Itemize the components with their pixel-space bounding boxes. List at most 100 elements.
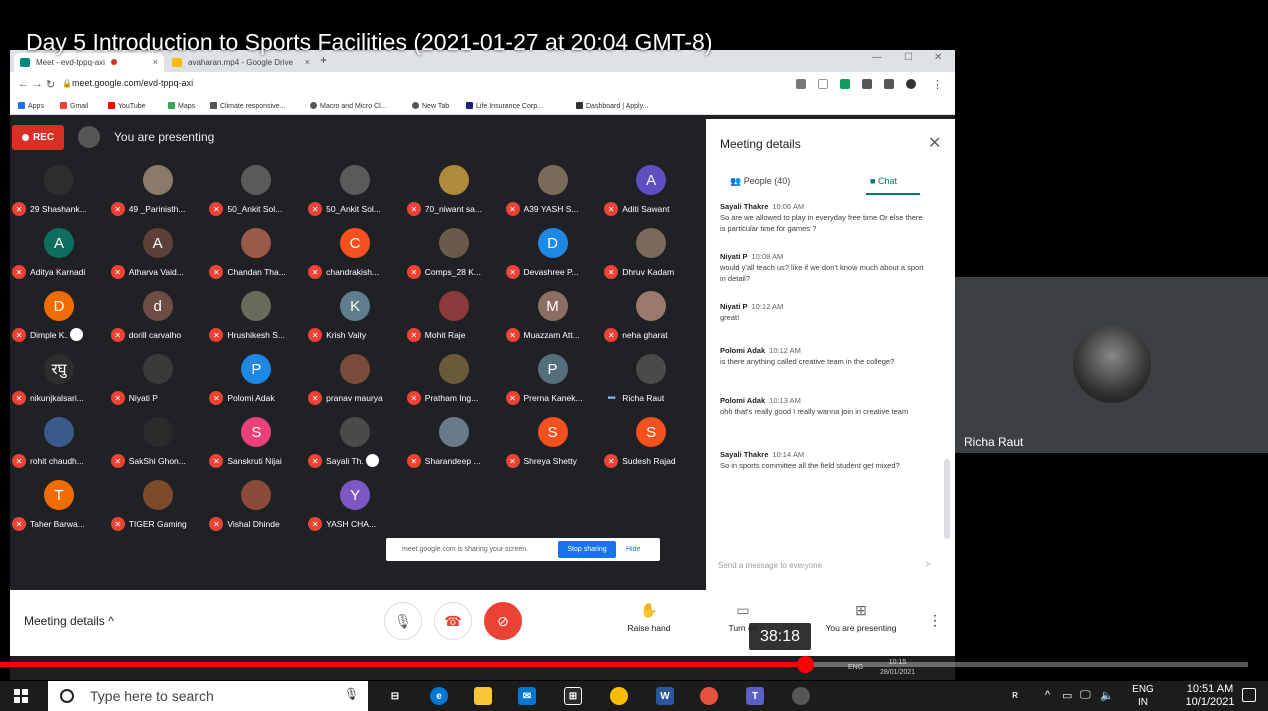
store-icon[interactable]: ⊞ — [564, 687, 582, 705]
tab-chat[interactable]: ■ Chat — [870, 176, 897, 186]
participant-tile[interactable]: ✕ Pratham Ing... — [405, 350, 503, 410]
participant-tile[interactable]: K ✕ Krish Vaity — [306, 287, 404, 347]
participant-tile[interactable]: ✕ 29 Shashank... — [10, 161, 108, 221]
bookmark-gmail[interactable]: Gmail — [60, 102, 88, 110]
star-icon[interactable] — [818, 79, 828, 89]
menu-dots-icon[interactable]: ⋮ — [932, 78, 943, 91]
volume-icon[interactable]: 🔈 — [1100, 689, 1114, 702]
participant-tile[interactable]: ✕ Comps_28 K... — [405, 224, 503, 284]
windows-start-button[interactable] — [14, 689, 28, 703]
chevron-up-icon[interactable]: ^ — [1045, 689, 1050, 701]
participant-tile[interactable]: A ✕ Aditya Karnadi — [10, 224, 108, 284]
mic-icon[interactable]: 🎙 — [344, 687, 359, 701]
forward-icon[interactable]: → — [32, 78, 43, 90]
participant-tile[interactable]: ✕ pranav maurya — [306, 350, 404, 410]
close-tab-icon[interactable]: × — [153, 57, 158, 67]
profile-avatar[interactable] — [906, 79, 916, 89]
participant-tile[interactable]: ✕ Dhruv Kadam — [602, 224, 700, 284]
file-explorer-icon[interactable] — [474, 687, 492, 705]
more-options-icon[interactable]: ⋮ — [928, 612, 942, 629]
stop-sharing-button[interactable]: Stop sharing — [558, 541, 616, 558]
participant-tile[interactable]: ✕ SakShi Ghon... — [109, 413, 207, 473]
teams-icon[interactable]: T — [746, 687, 764, 705]
seek-bar[interactable] — [0, 656, 1248, 673]
presenting-button[interactable]: ⊞ You are presenting — [816, 602, 906, 633]
participant-tile[interactable]: ✕ Niyati P — [109, 350, 207, 410]
bookmark-youtube[interactable]: YouTube — [108, 102, 146, 110]
seek-bar-handle[interactable] — [796, 656, 814, 673]
hide-sharing-bar-link[interactable]: Hide — [626, 546, 640, 553]
bookmark-dashboard[interactable]: Dashboard | Apply... — [576, 102, 648, 110]
participant-tile[interactable]: ✕ 50_Ankit Sol... — [207, 161, 305, 221]
chat-message-input[interactable]: Send a message to everyone — [718, 561, 822, 570]
participant-tile[interactable]: A ✕ Aditi Sawant — [602, 161, 700, 221]
bookmark-lic[interactable]: Life Insurance Corp... — [466, 102, 543, 110]
close-panel-icon[interactable]: ✕ — [928, 133, 941, 153]
participant-tile[interactable]: S ✕ Sudesh Rajad — [602, 413, 700, 473]
participant-tile[interactable]: ✕ 49 _Parinisth... — [109, 161, 207, 221]
participant-tile[interactable]: T ✕ Taher Barwa... — [10, 476, 108, 536]
participant-tile[interactable]: S ✕ Shreya Shetty — [504, 413, 602, 473]
participant-tile[interactable]: d ✕ dorill carvalho — [109, 287, 207, 347]
bookmark-climate[interactable]: Climate responsive... — [210, 102, 285, 110]
bookmark-apps[interactable]: Apps — [18, 102, 44, 110]
participant-tile[interactable]: ✕ rohit chaudh... — [10, 413, 108, 473]
participant-tile[interactable]: ✕Sayali Th... — [306, 413, 404, 473]
word-icon[interactable]: W — [656, 687, 674, 705]
participant-tile[interactable]: ✕ neha gharat — [602, 287, 700, 347]
participant-tile[interactable]: Y ✕ YASH CHA... — [306, 476, 404, 536]
participant-tile[interactable]: C ✕ chandrakish... — [306, 224, 404, 284]
send-icon[interactable]: ➤ — [924, 559, 932, 570]
participant-tile[interactable]: D ✕ Devashree P... — [504, 224, 602, 284]
tab-people[interactable]: 👥 People (40) — [730, 176, 790, 187]
participant-tile[interactable]: ✕ A39 YASH S... — [504, 161, 602, 221]
taskbar-clock[interactable]: 10:51 AM 10/1/2021 — [1185, 683, 1235, 709]
puzzle-icon[interactable] — [862, 79, 872, 89]
minimize-icon[interactable]: — — [872, 52, 882, 63]
extension-icon[interactable] — [840, 79, 850, 89]
participant-tile[interactable]: ✕ Hrushikesh S... — [207, 287, 305, 347]
network-icon[interactable]: 🖵 — [1080, 689, 1091, 702]
bookmark-maps[interactable]: Maps — [168, 102, 195, 110]
notification-center-icon[interactable] — [1242, 688, 1256, 702]
raise-hand-button[interactable]: ✋ Raise hand — [614, 602, 684, 633]
chrome-active-icon[interactable] — [700, 687, 718, 705]
participant-tile[interactable]: D ✕ Dimple K... — [10, 287, 108, 347]
participant-tile[interactable]: ✕ 50_Ankit Sol... — [306, 161, 404, 221]
participant-tile[interactable]: M ✕ Muazzam Att... — [504, 287, 602, 347]
participant-tile[interactable]: A ✕ Atharva Vaid... — [109, 224, 207, 284]
participant-tile[interactable]: रघु ✕ nikunjkalsari... — [10, 350, 108, 410]
task-view-icon[interactable]: ⊟ — [386, 687, 404, 705]
participant-tile[interactable]: ✕ Chandan Tha... — [207, 224, 305, 284]
bookmark-newtab[interactable]: New Tab — [412, 102, 449, 110]
edge-icon[interactable]: e — [430, 687, 448, 705]
chrome-icon[interactable] — [610, 687, 628, 705]
camera-toggle-button[interactable]: ⊘ — [484, 602, 522, 640]
app-icon[interactable] — [792, 687, 810, 705]
leave-call-button[interactable]: ☎ — [434, 602, 472, 640]
reload-icon[interactable]: ↻ — [46, 78, 55, 91]
language-indicator[interactable]: ENG IN — [1129, 683, 1157, 709]
participant-tile[interactable]: ✕ Vishal Dhinde — [207, 476, 305, 536]
presenter-tile[interactable]: Richa Raut — [955, 277, 1268, 453]
people-tray-icon[interactable]: ʀ — [1012, 689, 1018, 701]
close-window-icon[interactable]: ✕ — [934, 52, 942, 63]
meeting-details-button[interactable]: Meeting details ^ — [24, 614, 114, 628]
battery-icon[interactable]: ▭ — [1062, 689, 1072, 702]
playlist-icon[interactable] — [884, 79, 894, 89]
participant-tile[interactable]: P ✕ Polomi Adak — [207, 350, 305, 410]
mic-button[interactable]: 🎙 — [384, 602, 422, 640]
chat-scrollbar[interactable] — [944, 459, 950, 539]
close-tab-icon[interactable]: × — [305, 57, 310, 67]
mail-icon[interactable]: ✉ — [518, 687, 536, 705]
video-player[interactable]: Meet - evd-tppq-axi × avaharan.mp4 - Goo… — [0, 0, 1268, 711]
bookmark-macro[interactable]: Macro and Micro Cl... — [310, 102, 387, 110]
participant-tile[interactable]: ✕ Mohit Raje — [405, 287, 503, 347]
participant-tile[interactable]: ✕ Sharandeep ... — [405, 413, 503, 473]
camera-icon[interactable] — [796, 79, 806, 89]
participant-tile[interactable]: S ✕ Sanskruti Nijai — [207, 413, 305, 473]
participant-tile[interactable]: ✕ TIGER Gaming — [109, 476, 207, 536]
url-field[interactable]: meet.google.com/evd-tppq-axi — [72, 78, 193, 88]
taskbar-search-box[interactable]: Type here to search 🎙 — [48, 681, 368, 711]
participant-tile[interactable]: P ✕ Prerna Kanek... — [504, 350, 602, 410]
